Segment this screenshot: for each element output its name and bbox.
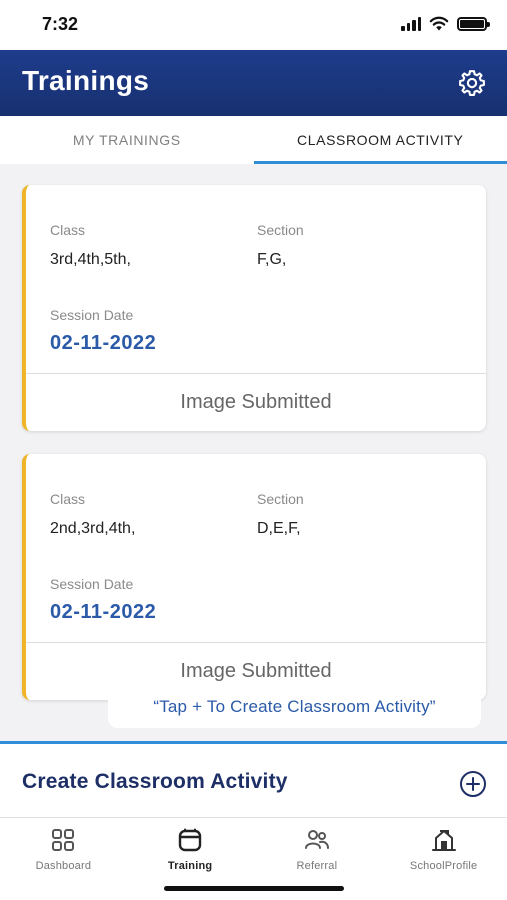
create-activity-tooltip: “Tap + To Create Classroom Activity” [108, 686, 481, 728]
section-value: D,E,F, [257, 520, 301, 537]
dashboard-grid-icon [52, 829, 75, 851]
session-date-value: 02-11-2022 [50, 332, 157, 354]
referral-people-icon [304, 830, 329, 849]
nav-label: Training [167, 860, 213, 872]
status-bar: 7:32 [0, 0, 507, 50]
app-header: Trainings [0, 50, 507, 116]
class-label: Class [50, 491, 86, 507]
nav-item-dashboard[interactable]: Dashboard [0, 818, 127, 900]
activity-card[interactable]: Class 2nd,3rd,4th, Section D,E,F, Sessio… [22, 454, 486, 700]
create-activity-bar[interactable]: Create Classroom Activity [0, 741, 507, 817]
tab-bar: MY TRAININGS CLASSROOM ACTIVITY [0, 116, 507, 164]
section-label: Section [257, 222, 304, 238]
wifi-icon [429, 16, 449, 31]
session-date-label: Session Date [50, 307, 134, 323]
signal-icon [401, 16, 421, 31]
section-value: F,G, [257, 251, 287, 268]
training-icon [178, 828, 202, 852]
session-date-label: Session Date [50, 576, 134, 592]
school-icon [431, 830, 456, 851]
create-activity-label: Create Classroom Activity [22, 770, 288, 793]
status-icons [401, 16, 490, 31]
activity-card[interactable]: Class 3rd,4th,5th, Section F,G, Session … [22, 185, 486, 431]
plus-circle-icon[interactable] [459, 770, 487, 798]
status-text: Image Submitted [180, 391, 332, 413]
tab-my-trainings[interactable]: MY TRAININGS [0, 116, 254, 164]
class-value: 2nd,3rd,4th, [50, 520, 136, 537]
status-time: 7:32 [42, 14, 79, 34]
tab-classroom-activity[interactable]: CLASSROOM ACTIVITY [253, 116, 507, 164]
home-indicator [164, 886, 344, 891]
nav-label: Referral [296, 860, 338, 872]
page-title: Trainings [22, 65, 150, 96]
class-label: Class [50, 222, 86, 238]
section-label: Section [257, 491, 304, 507]
battery-icon [457, 16, 490, 31]
gear-icon[interactable] [457, 68, 487, 98]
nav-label: SchoolProfile [409, 860, 478, 872]
nav-label: Dashboard [35, 860, 92, 872]
class-value: 3rd,4th,5th, [50, 251, 131, 268]
session-date-value: 02-11-2022 [50, 601, 157, 623]
nav-item-schoolprofile[interactable]: SchoolProfile [380, 818, 507, 900]
